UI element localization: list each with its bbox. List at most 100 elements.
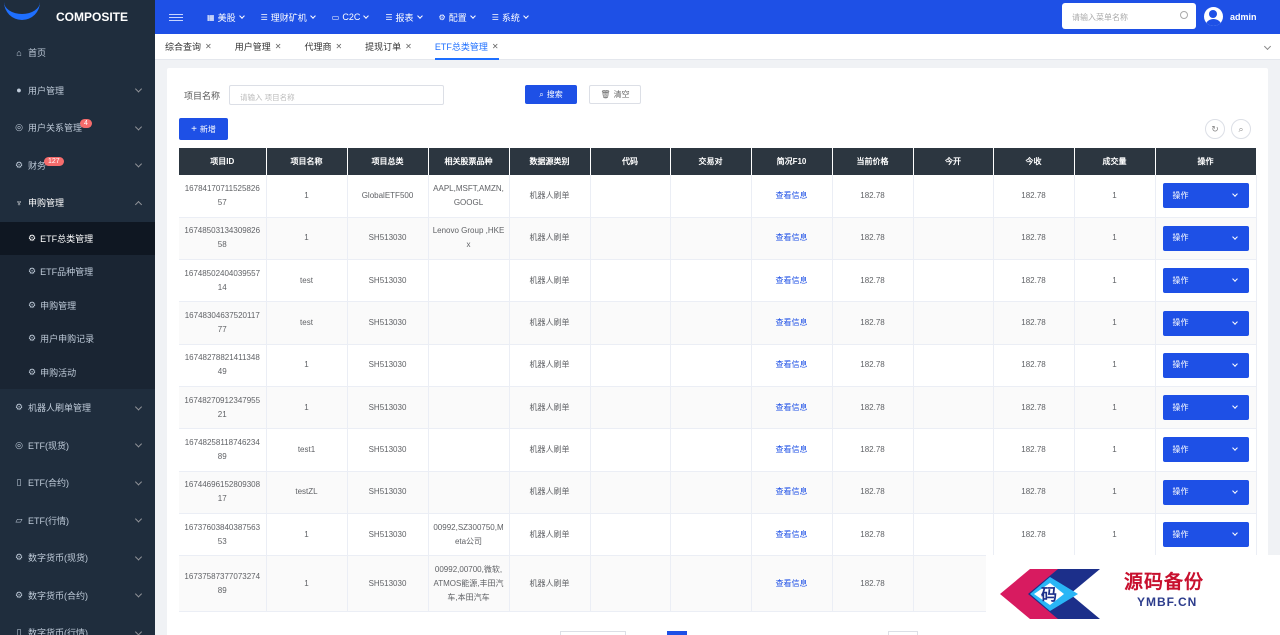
view-info-link[interactable]: 查看信息 (776, 360, 808, 369)
close-icon[interactable]: ✕ (275, 42, 282, 51)
project-name-input[interactable]: 请输入 项目名称 (229, 85, 445, 105)
view-info-link[interactable]: 查看信息 (776, 233, 808, 242)
topnav-reports[interactable]: ☰ 报表 (385, 11, 423, 24)
sidebar-item-label: 用户关系管理 (28, 123, 83, 134)
sidebar-item-user-mgmt[interactable]: ● 用户管理 (0, 72, 155, 110)
gear-icon: ⚙ (28, 299, 37, 310)
button-label: 操作 (1172, 402, 1189, 412)
project-type-cell: SH513030 (347, 386, 429, 430)
sidebar-item-coin-contract[interactable]: ⚙ 数字货币(合约) (0, 577, 155, 615)
open-cell (913, 344, 994, 387)
search-toggle-button[interactable]: ⌕ (1231, 119, 1251, 139)
sidebar-subitem-etf-variety[interactable]: ⚙ ETF品种管理 (0, 255, 155, 289)
sidebar-subitem-label: ETF总类管理 (40, 233, 94, 244)
open-cell (913, 513, 994, 557)
sidebar-item-subscribe[interactable]: ♆ 申购管理 (0, 184, 155, 222)
search-button[interactable]: ⌕ 搜索 (525, 85, 577, 104)
view-info-link[interactable]: 查看信息 (776, 445, 808, 454)
view-info-link[interactable]: 查看信息 (776, 487, 808, 496)
chevron-down-icon (1231, 445, 1238, 452)
operate-dropdown-button[interactable]: 操作 (1162, 437, 1249, 463)
sidebar-item-relation[interactable]: ◎ 用户关系管理 4 (0, 109, 155, 147)
f10-link: 查看信息 (751, 471, 833, 514)
topnav-system[interactable]: ☰ 系统 (492, 11, 529, 24)
topnav-config[interactable]: ⚙ 配置 (438, 11, 476, 24)
etf-table: 项目ID 项目名称 项目总类 相关股票品种 数据源类别 代码 交易对 简况F10 当前价格 今开今… (179, 148, 1257, 613)
sidebar-item-finance[interactable]: ⚙ 财务 127 (0, 147, 155, 185)
operate-dropdown-button[interactable]: 操作 (1162, 268, 1249, 294)
view-info-link[interactable]: 查看信息 (776, 318, 808, 327)
user-menu[interactable]: admin (1204, 7, 1257, 26)
tab-label: 代理商 (304, 42, 332, 52)
add-button[interactable]: + 新增 (179, 118, 228, 140)
hamburger-icon[interactable] (169, 12, 183, 23)
topnav-c2c[interactable]: ▭ C2C (332, 12, 370, 22)
code-cell (590, 217, 671, 261)
sidebar-item-coin-spot[interactable]: ⚙ 数字货币(现货) (0, 539, 155, 577)
view-info-link[interactable]: 查看信息 (776, 191, 808, 200)
stocks-cell (428, 386, 510, 430)
topnav-mining[interactable]: ☰ 理财矿机 (261, 11, 316, 24)
tab-withdraw[interactable]: 提现订单 ✕ (365, 34, 412, 60)
username: admin (1230, 11, 1257, 22)
operate-dropdown-button[interactable]: 操作 (1162, 522, 1249, 548)
page-current[interactable] (667, 631, 687, 635)
search-icon: ⌕ (1238, 123, 1244, 134)
tab-query[interactable]: 综合查询 ✕ (165, 34, 212, 60)
project-name-cell: test (266, 259, 348, 303)
sidebar-item-etf-spot[interactable]: ◎ ETF(现货) (0, 427, 155, 465)
operate-dropdown-button[interactable]: 操作 (1162, 310, 1249, 336)
close-icon[interactable]: ✕ (335, 42, 342, 51)
topnav-us-stock[interactable]: ▦ 美股 (207, 11, 245, 24)
refresh-button[interactable]: ↻ (1205, 119, 1225, 139)
gear-icon: ⚙ (28, 232, 37, 243)
stocks-cell (428, 344, 510, 387)
column-header: 数据源类别 (509, 148, 591, 175)
app-logo[interactable]: COMPOSITE (0, 0, 155, 34)
tab-agent[interactable]: 代理商 ✕ (304, 34, 342, 60)
view-info-link[interactable]: 查看信息 (776, 403, 808, 412)
operate-dropdown-button[interactable]: 操作 (1162, 395, 1249, 421)
sidebar-subitem-subscribe[interactable]: ⚙ 申购管理 (0, 289, 155, 323)
sidebar-item-coin-quote[interactable]: ▯ 数字货币(行情) (0, 614, 155, 635)
view-info-link[interactable]: 查看信息 (776, 276, 808, 285)
topnav-label: 报表 (395, 12, 414, 23)
menu-search-input[interactable]: 请输入菜单名称 (1062, 3, 1196, 29)
operate-dropdown-button[interactable]: 操作 (1162, 352, 1249, 378)
operate-dropdown-button[interactable]: 操作 (1162, 479, 1249, 505)
page-jump-input[interactable] (888, 631, 918, 635)
chevron-down-icon (134, 123, 143, 131)
sidebar-item-etf-contract[interactable]: ▯ ETF(合约) (0, 464, 155, 502)
view-info-link[interactable]: 查看信息 (776, 579, 808, 588)
reset-button[interactable]: 🗑 清空 (589, 85, 641, 104)
open-cell (913, 175, 994, 218)
sidebar-item-home[interactable]: ⌂ 首页 (0, 34, 155, 72)
stocks-cell: 00992,SZ300750,Meta公司 (428, 513, 510, 557)
close-icon[interactable]: ✕ (492, 42, 499, 51)
close-cell: 182.78 (993, 344, 1075, 387)
operate-dropdown-button[interactable]: 操作 (1162, 183, 1249, 209)
tab-etf-category[interactable]: ETF总类管理 ✕ (434, 34, 499, 60)
sidebar-subitem-etf-category[interactable]: ⚙ ETF总类管理 (0, 221, 155, 255)
gear-icon: ⚙ (438, 12, 446, 22)
sidebar-item-robot[interactable]: ⚙ 机器人刷单管理 (0, 389, 155, 427)
close-icon[interactable]: ✕ (205, 42, 212, 51)
tab-user-mgmt[interactable]: 用户管理 ✕ (235, 34, 282, 60)
chevron-down-icon[interactable] (1263, 42, 1272, 51)
action-cell: 操作 (1155, 301, 1257, 345)
gear-icon: ⚙ (28, 366, 37, 377)
sidebar-item-label: 数字货币(行情) (28, 628, 88, 635)
operate-dropdown-button[interactable]: 操作 (1162, 225, 1249, 251)
page-size-select[interactable] (560, 631, 626, 635)
view-info-link[interactable]: 查看信息 (776, 530, 808, 539)
sidebar-subitem-records[interactable]: ⚙ 用户申购记录 (0, 322, 155, 356)
close-icon[interactable]: ✕ (405, 42, 412, 51)
sidebar-item-etf-quote[interactable]: ▱ ETF(行情) (0, 502, 155, 540)
project-type-cell: SH513030 (347, 555, 429, 613)
coin-icon: ⚙ (14, 552, 24, 563)
chevron-down-icon (134, 553, 143, 561)
chevron-down-icon (134, 478, 143, 486)
stocks-cell (428, 301, 510, 345)
sidebar-subitem-activity[interactable]: ⚙ 申购活动 (0, 356, 155, 390)
project-type-cell: SH513030 (347, 259, 429, 303)
